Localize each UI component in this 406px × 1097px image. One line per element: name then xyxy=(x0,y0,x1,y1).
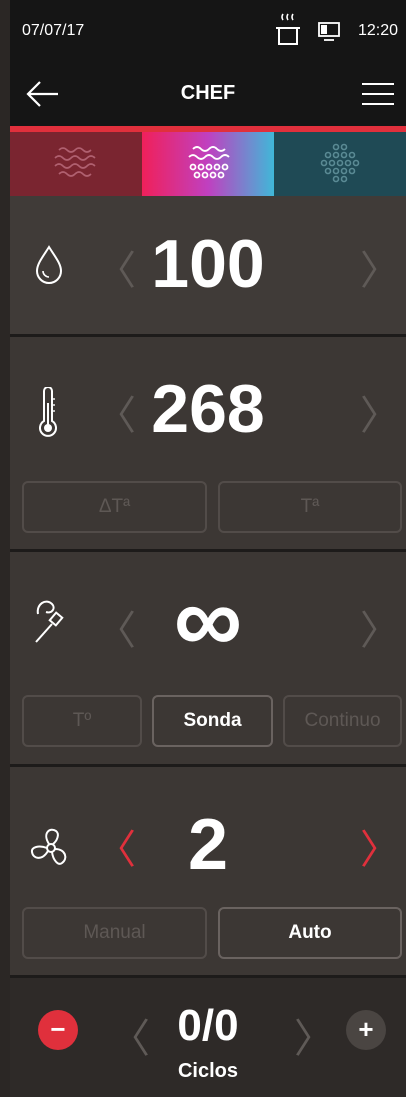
continuous-mode-button[interactable]: Continuo xyxy=(283,695,402,747)
tab-mode-convection[interactable] xyxy=(274,132,406,196)
delta-temperature-button[interactable]: ΔTª xyxy=(22,481,207,533)
probe-value: ∞ xyxy=(173,566,243,673)
cycles-label: Ciclos xyxy=(177,1060,239,1082)
core-temp-button[interactable]: Tº xyxy=(22,695,142,747)
probe-mode-button[interactable]: Sonda xyxy=(152,695,273,747)
humidity-value: 100 xyxy=(151,226,265,302)
dots-icon xyxy=(320,143,360,183)
page-title: CHEF xyxy=(180,82,236,104)
fan-speed-value: 2 xyxy=(187,805,229,885)
mode-tabs xyxy=(10,132,406,196)
screen: 07/07/17 12:20 CHEF 〈 100 〉 〈 268 〉 ΔTª … xyxy=(10,0,406,1097)
waves-icon xyxy=(54,147,96,177)
fan-auto-button[interactable]: Auto xyxy=(218,907,402,959)
cooking-pot-icon xyxy=(276,13,300,45)
monitor-icon xyxy=(318,22,340,41)
fan-manual-button[interactable]: Manual xyxy=(22,907,207,959)
fan-section: 〈 2 〉 Manual Auto xyxy=(10,767,406,978)
hamburger-menu-icon[interactable] xyxy=(360,76,396,112)
temperature-increase-arrow[interactable]: 〉 xyxy=(360,383,400,441)
humidity-increase-arrow[interactable]: 〉 xyxy=(360,238,400,296)
tab-mode-steam[interactable] xyxy=(10,132,142,196)
cycles-plus-button[interactable]: + xyxy=(346,1010,386,1050)
cycles-increase-arrow[interactable]: 〉 xyxy=(294,1006,334,1064)
cycles-section: − 〈 0/0 〉 + Ciclos xyxy=(10,978,406,1097)
temperature-button[interactable]: Tª xyxy=(218,481,402,533)
status-date: 07/07/17 xyxy=(22,22,85,39)
probe-section: 〈 ∞ 〉 Tº Sonda Continuo xyxy=(10,552,406,767)
status-bar: 07/07/17 12:20 xyxy=(10,0,406,62)
humidity-section: 〈 100 〉 xyxy=(10,196,406,337)
status-time: 12:20 xyxy=(357,22,398,39)
temperature-section: 〈 268 〉 ΔTª Tª xyxy=(10,337,406,552)
tab-mode-combi[interactable] xyxy=(142,132,274,196)
temperature-value: 268 xyxy=(151,371,265,447)
probe-increase-arrow[interactable]: 〉 xyxy=(360,598,400,656)
fan-increase-arrow[interactable]: 〉 xyxy=(360,817,400,875)
waves-dotted-icon xyxy=(188,146,230,179)
app-header: CHEF xyxy=(10,62,406,126)
